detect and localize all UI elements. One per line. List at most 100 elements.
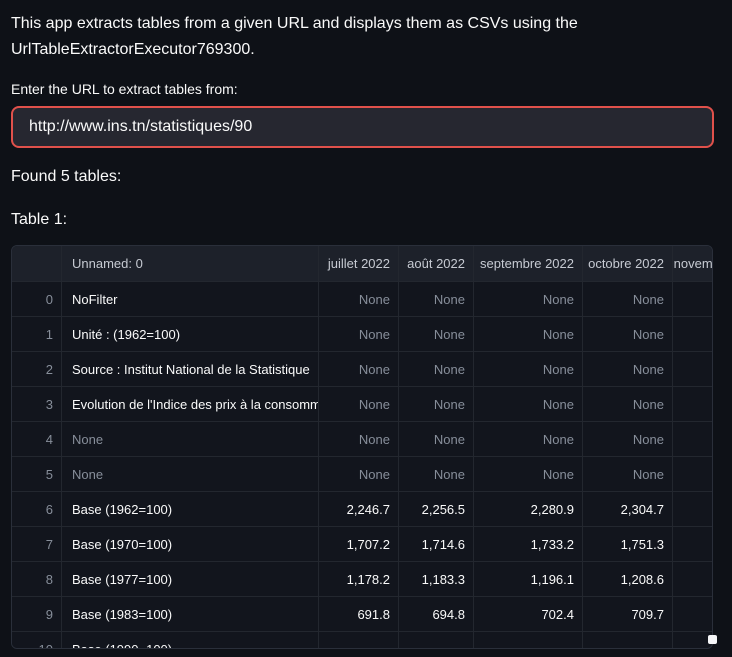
table-cell[interactable]: None — [319, 422, 399, 457]
table-cell[interactable]: NoFilter — [62, 282, 319, 317]
table-cell[interactable]: Base (1977=100) — [62, 562, 319, 597]
table-row: 3Evolution de l'Indice des prix à la con… — [12, 387, 713, 422]
row-index-cell[interactable]: 8 — [12, 562, 62, 597]
row-index-cell[interactable]: 10 — [12, 632, 62, 649]
table-cell[interactable]: Base (1990=100) — [62, 632, 319, 649]
table-cell[interactable] — [673, 317, 713, 352]
table-cell[interactable]: 2,280.9 — [474, 492, 583, 527]
table-cell[interactable]: 1,751.3 — [583, 527, 673, 562]
table-cell[interactable]: 694.8 — [399, 597, 474, 632]
table-cell[interactable]: 702.4 — [474, 597, 583, 632]
table-cell[interactable] — [673, 422, 713, 457]
table-cell[interactable]: 691.8 — [319, 597, 399, 632]
table-cell[interactable]: None — [583, 422, 673, 457]
column-header[interactable]: juillet 2022 — [319, 246, 399, 282]
table-cell[interactable]: None — [583, 282, 673, 317]
table-cell[interactable] — [474, 632, 583, 649]
table-cell[interactable]: Base (1983=100) — [62, 597, 319, 632]
table-cell[interactable] — [673, 492, 713, 527]
table-cell[interactable]: 2,246.7 — [319, 492, 399, 527]
table-cell[interactable]: 1,707.2 — [319, 527, 399, 562]
table-title: Table 1: — [11, 207, 721, 233]
table-cell[interactable]: None — [399, 457, 474, 492]
row-index-cell[interactable]: 1 — [12, 317, 62, 352]
table-cell[interactable]: Evolution de l'Indice des prix à la cons… — [62, 387, 319, 422]
table-cell[interactable] — [673, 387, 713, 422]
table-cell[interactable]: None — [399, 387, 474, 422]
table-cell[interactable] — [319, 632, 399, 649]
table-cell[interactable]: None — [319, 352, 399, 387]
table-row: 4NoneNoneNoneNoneNone — [12, 422, 713, 457]
table-cell[interactable] — [673, 597, 713, 632]
column-header[interactable]: août 2022 — [399, 246, 474, 282]
row-index-cell[interactable]: 4 — [12, 422, 62, 457]
table-cell[interactable]: Base (1962=100) — [62, 492, 319, 527]
table-cell[interactable]: None — [583, 387, 673, 422]
row-index-cell[interactable]: 2 — [12, 352, 62, 387]
row-index-cell[interactable]: 7 — [12, 527, 62, 562]
table-cell[interactable] — [673, 527, 713, 562]
table-cell[interactable]: None — [583, 317, 673, 352]
table-cell[interactable]: None — [62, 422, 319, 457]
table-cell[interactable] — [673, 352, 713, 387]
table-cell[interactable]: 1,183.3 — [399, 562, 474, 597]
row-index-cell[interactable]: 0 — [12, 282, 62, 317]
table-cell[interactable] — [673, 282, 713, 317]
table-cell[interactable]: 1,714.6 — [399, 527, 474, 562]
table-cell[interactable]: Source : Institut National de la Statist… — [62, 352, 319, 387]
table-cell[interactable]: None — [319, 317, 399, 352]
table-cell[interactable]: 2,256.5 — [399, 492, 474, 527]
index-column-header[interactable] — [12, 246, 62, 282]
table-cell[interactable]: None — [583, 457, 673, 492]
table-cell[interactable]: 1,208.6 — [583, 562, 673, 597]
table-cell[interactable]: None — [583, 352, 673, 387]
column-header[interactable]: novembre 2022 — [673, 246, 713, 282]
table-cell[interactable]: None — [474, 457, 583, 492]
table-cell[interactable] — [673, 632, 713, 649]
row-index-cell[interactable]: 9 — [12, 597, 62, 632]
table-cell[interactable] — [673, 457, 713, 492]
table-cell[interactable]: None — [474, 352, 583, 387]
table-cell[interactable]: None — [474, 282, 583, 317]
column-header[interactable]: Unnamed: 0 — [62, 246, 319, 282]
table-cell[interactable]: None — [319, 457, 399, 492]
row-index-cell[interactable]: 6 — [12, 492, 62, 527]
table-cell[interactable] — [673, 562, 713, 597]
table-cell[interactable]: Base (1970=100) — [62, 527, 319, 562]
table-cell[interactable]: 2,304.7 — [583, 492, 673, 527]
table-row: 10Base (1990=100) — [12, 632, 713, 649]
column-header[interactable]: octobre 2022 — [583, 246, 673, 282]
row-index-cell[interactable]: 3 — [12, 387, 62, 422]
table-cell[interactable]: 1,733.2 — [474, 527, 583, 562]
table-cell[interactable]: Unité : (1962=100) — [62, 317, 319, 352]
dataframe[interactable]: Unnamed: 0juillet 2022août 2022septembre… — [11, 245, 713, 649]
table-cell[interactable]: None — [474, 387, 583, 422]
table-cell[interactable]: None — [399, 422, 474, 457]
table-row: 5NoneNoneNoneNoneNone — [12, 457, 713, 492]
table-cell[interactable] — [399, 632, 474, 649]
dataframe-viewport[interactable]: Unnamed: 0juillet 2022août 2022septembre… — [11, 245, 713, 649]
table-cell[interactable]: None — [62, 457, 319, 492]
row-index-cell[interactable]: 5 — [12, 457, 62, 492]
table-cell[interactable]: 1,178.2 — [319, 562, 399, 597]
table-cell[interactable]: None — [319, 282, 399, 317]
table-cell[interactable]: None — [399, 282, 474, 317]
table-cell[interactable]: None — [399, 352, 474, 387]
table-cell[interactable]: None — [474, 317, 583, 352]
column-header[interactable]: septembre 2022 — [474, 246, 583, 282]
table-cell[interactable] — [583, 632, 673, 649]
table-row: 8Base (1977=100)1,178.21,183.31,196.11,2… — [12, 562, 713, 597]
table-cell[interactable]: None — [474, 422, 583, 457]
resize-handle-icon[interactable] — [708, 635, 717, 644]
table-cell[interactable]: 709.7 — [583, 597, 673, 632]
table-cell[interactable]: 1,196.1 — [474, 562, 583, 597]
table-row: 1Unité : (1962=100)NoneNoneNoneNone — [12, 317, 713, 352]
table-row: 9Base (1983=100)691.8694.8702.4709.7 — [12, 597, 713, 632]
table-cell[interactable]: None — [319, 387, 399, 422]
url-input[interactable] — [11, 106, 714, 148]
found-tables-text: Found 5 tables: — [11, 164, 721, 190]
table-row: 0NoFilterNoneNoneNoneNone — [12, 282, 713, 317]
table-cell[interactable]: None — [399, 317, 474, 352]
table-row: 7Base (1970=100)1,707.21,714.61,733.21,7… — [12, 527, 713, 562]
table-row: 6Base (1962=100)2,246.72,256.52,280.92,3… — [12, 492, 713, 527]
